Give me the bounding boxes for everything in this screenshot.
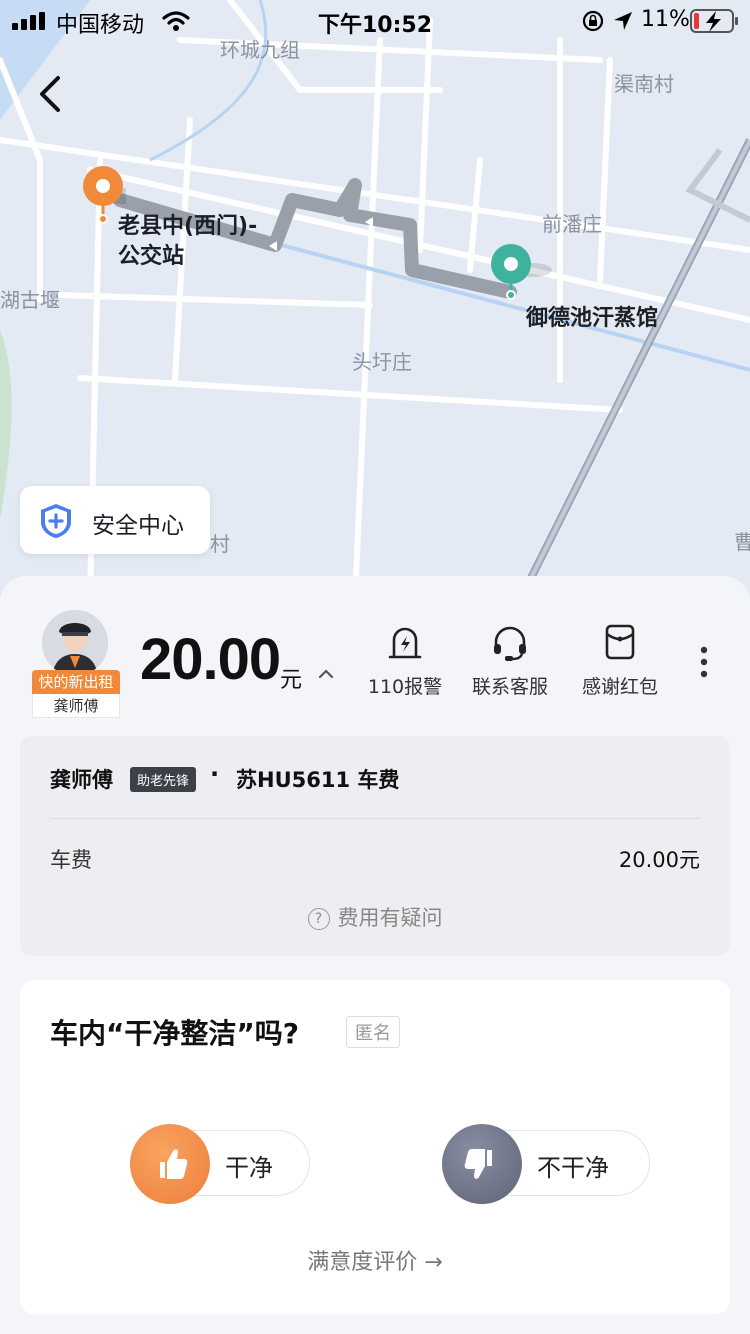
safety-center-label: 安全中心 bbox=[92, 513, 184, 539]
alarm-icon bbox=[388, 627, 422, 659]
driver-avatar-icon bbox=[42, 610, 108, 676]
more-options-icon[interactable] bbox=[692, 642, 716, 682]
question-icon: ? bbox=[307, 908, 330, 930]
action-label: 110报警 bbox=[367, 676, 443, 698]
fare-unit: 元 bbox=[280, 668, 303, 693]
red-envelope-icon bbox=[605, 624, 635, 660]
separator-dot: · bbox=[210, 760, 220, 788]
thumbs-up-icon bbox=[130, 1124, 210, 1204]
headset-icon bbox=[494, 626, 526, 661]
rotation-lock-icon bbox=[582, 10, 604, 32]
map-label: 村 bbox=[210, 532, 230, 556]
location-arrow-icon bbox=[614, 12, 632, 30]
map-label: 头圩庄 bbox=[352, 350, 412, 374]
action-label: 感谢红包 bbox=[581, 676, 658, 698]
trip-summary-sheet: 快的新出租 龚师傅 20.00 元 110报警 联系客服 感谢红包 龚师傅 助老… bbox=[0, 576, 750, 1334]
end-pin-icon bbox=[491, 244, 552, 300]
start-stop-label: 老县中(西门)- 公交站 bbox=[118, 214, 258, 269]
driver-avatar-card[interactable]: 快的新出租 龚师傅 bbox=[32, 610, 120, 718]
fee-doubt-link[interactable]: ? 费用有疑问 bbox=[20, 902, 730, 932]
rating-question: 车内“干净整洁”吗? bbox=[50, 1017, 300, 1050]
cleanliness-rating-card: 车内“干净整洁”吗? 匿名 干净 不干净 满意度评价 → bbox=[20, 980, 730, 1314]
clean-button[interactable]: 干净 bbox=[130, 1124, 310, 1204]
fare-amount: 20.00 bbox=[140, 627, 281, 692]
back-button[interactable] bbox=[28, 70, 76, 118]
map-label: 前潘庄 bbox=[542, 212, 602, 236]
driver-badge: 快的新出租 bbox=[32, 670, 120, 694]
satisfaction-rating-link[interactable]: 满意度评价 → bbox=[20, 1244, 730, 1276]
divider bbox=[50, 818, 700, 819]
safety-center-button[interactable]: 安全中心 bbox=[20, 486, 210, 554]
avatar bbox=[42, 610, 108, 676]
driver-name: 龚师傅 bbox=[32, 694, 120, 718]
battery-percent: 11% bbox=[641, 7, 690, 32]
chevron-up-icon[interactable] bbox=[316, 666, 336, 680]
not-clean-button[interactable]: 不干净 bbox=[442, 1124, 650, 1204]
map-label: 渠南村 bbox=[614, 72, 674, 96]
driver-honor-tag: 助老先锋 bbox=[130, 767, 197, 792]
customer-service-button[interactable]: 联系客服 bbox=[460, 622, 560, 699]
clock: 下午10:52 bbox=[317, 13, 433, 38]
end-stop-label: 御德池汗蒸馆 bbox=[526, 306, 659, 331]
alarm-110-button[interactable]: 110报警 bbox=[355, 622, 455, 699]
fee-doubt-label: 费用有疑问 bbox=[337, 906, 443, 930]
status-bar: 中国移动 下午10:52 11% bbox=[0, 0, 750, 40]
fare-row-value: 20.00元 bbox=[618, 848, 700, 872]
action-label: 联系客服 bbox=[471, 676, 548, 698]
fee-driver-name: 龚师傅 bbox=[50, 768, 113, 792]
map-label: 湖古堰 bbox=[0, 288, 60, 312]
plate-and-fare-title: 苏HU5611 车费 bbox=[236, 768, 400, 792]
thumbs-down-icon bbox=[442, 1124, 522, 1204]
battery-icon bbox=[690, 9, 738, 33]
not-clean-label: 不干净 bbox=[537, 1154, 609, 1182]
clean-label: 干净 bbox=[225, 1154, 273, 1182]
fee-details-card: 龚师傅 助老先锋 · 苏HU5611 车费 车费 20.00元 ? 费用有疑问 bbox=[20, 736, 730, 956]
shield-icon bbox=[41, 504, 71, 538]
map-label: 曹 bbox=[734, 530, 750, 554]
anonymous-tag: 匿名 bbox=[346, 1016, 400, 1048]
fare-row-label: 车费 bbox=[50, 848, 92, 872]
thanks-red-envelope-button[interactable]: 感谢红包 bbox=[570, 622, 670, 699]
map-view[interactable]: 环城九组 渠南村 前潘庄 湖古堰 头圩庄 村 曹 老县中(西门)- 公交站 御德… bbox=[0, 0, 750, 600]
